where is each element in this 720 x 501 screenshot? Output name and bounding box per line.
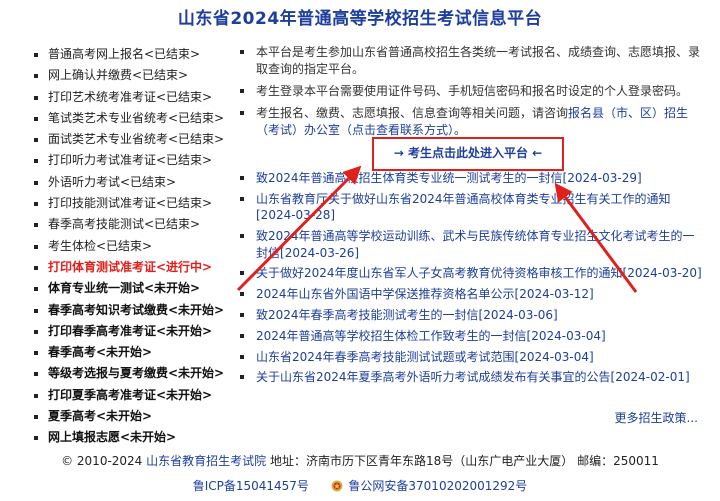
sidebar-item-spring-exam[interactable]: 春季高考<未开始> xyxy=(28,342,228,363)
news-item[interactable]: 致2024年普通高校招生体育类专业统一测试考生的一封信[2024-03-29] xyxy=(236,170,702,187)
police-record-link[interactable]: 鲁公网安备37010202001292号 xyxy=(348,479,527,493)
news-title: 山东省教育厅关于做好山东省2024年普通高校体育类专业招生有关工作的通知 xyxy=(256,191,671,206)
police-badge-icon xyxy=(331,480,343,492)
notice-contact-text: 考生报名、缴费、志愿填报、信息查询等相关问题，请咨询 xyxy=(256,106,569,120)
news-title: 山东省2024年春季高考技能测试试题或考试范围 xyxy=(256,349,515,364)
footer-records: 鲁ICP备15041457号 鲁公网安备37010202001292号 xyxy=(0,477,720,494)
sidebar-item-art-interview-exam[interactable]: 面试类艺术专业省统考<已结束> xyxy=(28,129,228,150)
news-item[interactable]: 2024年山东省外国语中学保送推荐资格名单公示[2024-03-12] xyxy=(236,286,702,303)
news-date: [2024-03-29] xyxy=(562,171,642,185)
sidebar-item-listening-exam[interactable]: 外语听力考试<已结束> xyxy=(28,172,228,193)
sidebar-item-spring-knowledge-payment[interactable]: 春季高考知识考试缴费<未开始> xyxy=(28,300,228,321)
news-date: [2024-02-01] xyxy=(610,370,690,385)
news-title: 关于做好2024年度山东省军人子女高考教育优待资格审核工作的通知 xyxy=(256,266,623,281)
sidebar-item-online-registration[interactable]: 普通高考网上报名<已结束> xyxy=(28,44,228,65)
sidebar-item-physical-exam[interactable]: 考生体检<已结束> xyxy=(28,236,228,257)
sidebar-item-spring-skills-test[interactable]: 春季高考技能测试<已结束> xyxy=(28,214,228,235)
news-date: [2024-03-06] xyxy=(478,307,558,322)
news-title: 2024年山东省外国语中学保送推荐资格名单公示 xyxy=(256,287,515,302)
sidebar-item-print-sports-admission[interactable]: 打印体育测试准考证<进行中> xyxy=(28,257,228,278)
sidebar-item-grade-exam-summer-payment[interactable]: 等级考选报与夏考缴费<未开始> xyxy=(28,363,228,384)
sidebar-item-print-listening-admission[interactable]: 打印听力考试准考证<已结束> xyxy=(28,150,228,171)
news-item[interactable]: 关于山东省2024年夏季高考外语听力考试成绩发布有关事宜的公告[2024-02-… xyxy=(236,369,702,386)
news-date: [2024-03-12] xyxy=(514,287,594,302)
notice-contact: 考生报名、缴费、志愿填报、信息查询等相关问题，请咨询报名县（市、区）招生（考试）… xyxy=(236,105,702,139)
news-title: 致2024年普通高校招生体育类专业统一测试考生的一封信 xyxy=(256,171,563,185)
news-item[interactable]: 致2024年春季高考技能测试考生的一封信[2024-03-06] xyxy=(236,307,702,324)
news-item[interactable]: 山东省2024年春季高考技能测试试题或考试范围[2024-03-04] xyxy=(236,349,702,366)
notice-contact-end: 。 xyxy=(454,123,467,137)
notice-panel: 本平台是考生参加山东省普通高校招生各类统一考试报名、成绩查询、志愿填报、录取查询… xyxy=(236,44,702,144)
news-title: 2024年普通高等学校招生体检工作致考生的一封信 xyxy=(256,328,527,343)
footer-address-text: 地址：济南市历下区青年东路18号（山东广电产业大厦） 邮编：250011 xyxy=(270,454,659,468)
enter-platform-button[interactable]: → 考生点击此处进入平台 ← xyxy=(372,137,564,171)
sidebar-item-online-volunteer-filling[interactable]: 网上填报志愿<未开始> xyxy=(28,427,228,448)
news-date: [2024-03-04] xyxy=(526,328,606,343)
news-title: 致2024年春季高考技能测试考生的一封信 xyxy=(256,307,479,322)
news-item[interactable]: 2024年普通高等学校招生体检工作致考生的一封信[2024-03-04] xyxy=(236,328,702,345)
sidebar-item-print-skills-admission[interactable]: 打印技能测试准考证<已结束> xyxy=(28,193,228,214)
news-date: [2024-03-28] xyxy=(256,208,336,223)
news-item[interactable]: 致2024年普通高等学校运动训练、武术与民族传统体育专业招生文化考试考生的一封信… xyxy=(236,228,702,261)
icp-link[interactable]: 鲁ICP备15041457号 xyxy=(193,479,309,493)
sidebar-item-summer-exam[interactable]: 夏季高考<未开始> xyxy=(28,406,228,427)
sidebar-item-sports-unified-test[interactable]: 体育专业统一测试<未开始> xyxy=(28,278,228,299)
sidebar-item-print-art-admission[interactable]: 打印艺术统考准考证<已结束> xyxy=(28,87,228,108)
news-item[interactable]: 山东省教育厅关于做好山东省2024年普通高校体育类专业招生有关工作的通知 [202… xyxy=(236,191,702,224)
footer-copyright: © 2010-2024 xyxy=(61,454,143,468)
sidebar-menu: 普通高考网上报名<已结束> 网上确认并缴费<已结束> 打印艺术统考准考证<已结束… xyxy=(28,44,228,449)
sidebar-item-print-summer-admission[interactable]: 打印夏季高考准考证<未开始> xyxy=(28,385,228,406)
notice-login-info: 考生登录本平台需要使用证件号码、手机短信密码和报名时设定的个人登录密码。 xyxy=(236,83,702,100)
news-date: [2024-03-04] xyxy=(514,349,594,364)
sidebar-item-online-confirm-payment[interactable]: 网上确认并缴费<已结束> xyxy=(28,65,228,86)
footer-address: © 2010-2024 山东省教育招生考试院 地址：济南市历下区青年东路18号（… xyxy=(0,452,720,469)
footer-org-link[interactable]: 山东省教育招生考试院 xyxy=(146,454,266,468)
news-date: [2024-03-26] xyxy=(280,245,360,260)
news-item[interactable]: 关于做好2024年度山东省军人子女高考教育优待资格审核工作的通知[2024-03… xyxy=(236,265,702,282)
news-title: 关于山东省2024年夏季高考外语听力考试成绩发布有关事宜的公告 xyxy=(256,370,611,385)
sidebar-item-art-written-exam[interactable]: 笔试类艺术专业省统考<已结束> xyxy=(28,108,228,129)
page-title: 山东省2024年普通高等学校招生考试信息平台 xyxy=(177,9,543,29)
notice-platform-purpose: 本平台是考生参加山东省普通高校招生各类统一考试报名、成绩查询、志愿填报、录取查询… xyxy=(236,44,702,78)
news-list: 致2024年普通高校招生体育类专业统一测试考生的一封信[2024-03-29] … xyxy=(236,170,702,390)
sidebar-item-print-spring-admission[interactable]: 打印春季高考准考证<未开始> xyxy=(28,321,228,342)
news-date: [2024-03-20] xyxy=(622,266,702,281)
more-policies-link[interactable]: 更多招生政策... xyxy=(615,409,698,426)
